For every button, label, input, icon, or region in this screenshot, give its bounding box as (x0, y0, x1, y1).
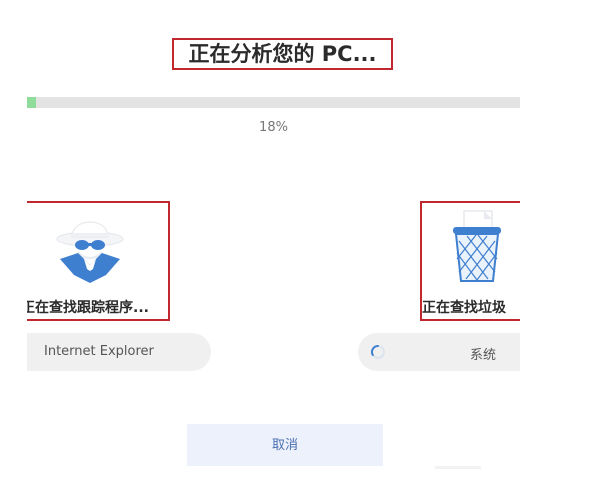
tracker-status-text: Internet Explorer (44, 344, 154, 359)
scan-dialog: 正在分析您的 PC... 18% 正在查找跟踪程序... 正在查找垃圾 Inte… (27, 0, 520, 483)
tracker-scan-label: 正在查找跟踪程序... (27, 300, 149, 316)
junk-status-pill: 系统 (358, 333, 520, 371)
cancel-button[interactable]: 取消 (187, 424, 383, 466)
recycle-bin-icon (450, 209, 504, 287)
watermark-mark (435, 466, 481, 469)
progress-percent: 18% (259, 120, 288, 135)
tracker-status-pill: Internet Explorer (27, 333, 211, 371)
junk-scan-label: 正在查找垃圾 (422, 300, 506, 316)
spy-icon (54, 209, 126, 293)
junk-scan-card: 正在查找垃圾 (420, 201, 520, 321)
loading-spinner-icon (370, 344, 386, 364)
junk-status-text: 系统 (470, 348, 497, 363)
tracker-scan-card: 正在查找跟踪程序... (27, 201, 170, 321)
scan-progress-fill (27, 97, 36, 108)
page-title: 正在分析您的 PC... (172, 38, 393, 70)
scan-progress-bar (27, 97, 520, 108)
